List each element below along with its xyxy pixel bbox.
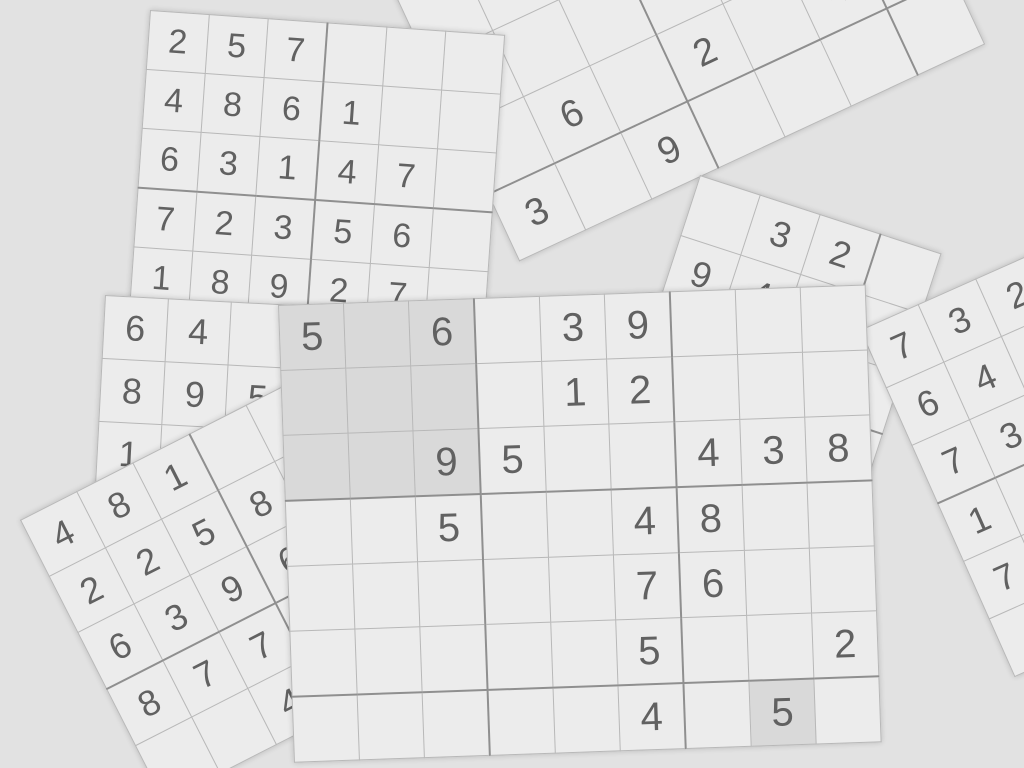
- grid-cell: [429, 208, 493, 272]
- grid-cell: [809, 545, 877, 614]
- grid-cell: 3: [196, 132, 260, 196]
- grid-cell: 5: [478, 426, 547, 495]
- grid-cell: 8: [676, 484, 745, 553]
- grid-cell: 8: [98, 358, 166, 425]
- grid-cell: [417, 559, 486, 627]
- grid-cell: [683, 680, 752, 749]
- grid-cell: [350, 496, 418, 565]
- grid-cell: 7: [374, 144, 438, 209]
- grid-cell: [608, 421, 677, 490]
- grid-cell: [422, 689, 490, 758]
- grid-cell: 3: [251, 195, 316, 260]
- grid-cell: [345, 365, 413, 434]
- grid-cell: 7: [264, 18, 328, 82]
- grid-cell: 6: [102, 295, 169, 362]
- grid-cell: [742, 482, 810, 551]
- sudoku-grid: 2574861631477235618927: [129, 10, 505, 331]
- grid-cell: [546, 489, 614, 558]
- grid-cell: [480, 491, 549, 560]
- grid-cell: 2: [146, 10, 210, 74]
- grid-cell: [807, 480, 875, 549]
- grid-cell: [485, 622, 554, 690]
- sudoku-grid: 56391295438548765245: [278, 284, 882, 763]
- grid-cell: [343, 300, 411, 369]
- grid-cell: [669, 289, 738, 357]
- grid-cell: 1: [541, 359, 609, 427]
- grid-cell: 7: [613, 552, 682, 620]
- grid-cell: 2: [811, 610, 879, 679]
- sudoku-collage: 5639129543854876524525748616314772356189…: [0, 0, 1024, 768]
- grid-cell: 6: [138, 128, 202, 192]
- grid-cell: [543, 424, 612, 492]
- grid-cell: [735, 287, 803, 355]
- grid-cell: [433, 148, 497, 213]
- grid-cell: [483, 557, 551, 625]
- grid-cell: 4: [142, 69, 206, 133]
- grid-cell: 1: [319, 81, 383, 145]
- grid-cell: [287, 564, 355, 632]
- grid-cell: [553, 685, 621, 754]
- grid-cell: [285, 498, 353, 567]
- grid-cell: [441, 31, 505, 95]
- grid-cell: 6: [259, 77, 324, 141]
- grid-cell: 7: [133, 187, 197, 252]
- grid-cell: 9: [604, 291, 673, 360]
- grid-cell: 8: [804, 414, 872, 483]
- grid-cell: [382, 27, 446, 91]
- grid-cell: 8: [201, 73, 265, 137]
- sudoku-sheet-top-left: 2574861631477235618927: [129, 10, 506, 332]
- grid-cell: [289, 629, 358, 697]
- grid-cell: 5: [278, 303, 346, 371]
- grid-cell: [292, 694, 360, 763]
- grid-cell: [746, 613, 814, 681]
- grid-cell: 3: [739, 417, 808, 485]
- grid-cell: 6: [370, 204, 434, 268]
- grid-cell: [410, 363, 479, 431]
- grid-cell: [550, 619, 618, 688]
- grid-cell: 2: [606, 356, 675, 425]
- grid-cell: 3: [539, 294, 607, 362]
- grid-cell: 2: [192, 191, 256, 256]
- grid-cell: 5: [748, 678, 817, 747]
- grid-cell: [813, 676, 882, 744]
- grid-cell: [419, 624, 488, 693]
- grid-cell: 4: [315, 140, 379, 205]
- grid-cell: 4: [611, 487, 679, 555]
- grid-cell: [672, 354, 740, 422]
- grid-cell: [802, 349, 870, 418]
- grid-cell: 4: [674, 419, 743, 488]
- grid-cell: [354, 626, 423, 695]
- grid-cell: [357, 692, 425, 760]
- grid-cell: [800, 284, 868, 353]
- grid-cell: 5: [310, 199, 375, 264]
- grid-cell: [280, 368, 349, 436]
- grid-cell: [548, 554, 616, 623]
- grid-cell: [681, 615, 749, 684]
- grid-cell: 5: [415, 494, 484, 562]
- grid-cell: 6: [678, 550, 747, 618]
- grid-cell: [378, 85, 442, 149]
- grid-cell: [737, 352, 805, 420]
- grid-cell: 9: [412, 428, 481, 497]
- grid-cell: [476, 361, 544, 429]
- grid-cell: [352, 561, 420, 630]
- grid-cell: 1: [255, 136, 320, 200]
- grid-cell: 4: [165, 298, 232, 366]
- grid-cell: 5: [615, 617, 684, 686]
- grid-cell: [473, 296, 542, 364]
- grid-cell: [487, 687, 556, 756]
- grid-cell: [348, 430, 416, 499]
- grid-cell: [323, 22, 387, 86]
- grid-cell: [437, 90, 501, 154]
- grid-cell: [744, 548, 812, 616]
- grid-cell: 6: [408, 298, 477, 366]
- grid-cell: 4: [617, 683, 686, 751]
- grid-cell: [283, 433, 351, 501]
- grid-cell: 5: [205, 14, 269, 78]
- sudoku-sheet-center: 56391295438548765245: [278, 284, 882, 763]
